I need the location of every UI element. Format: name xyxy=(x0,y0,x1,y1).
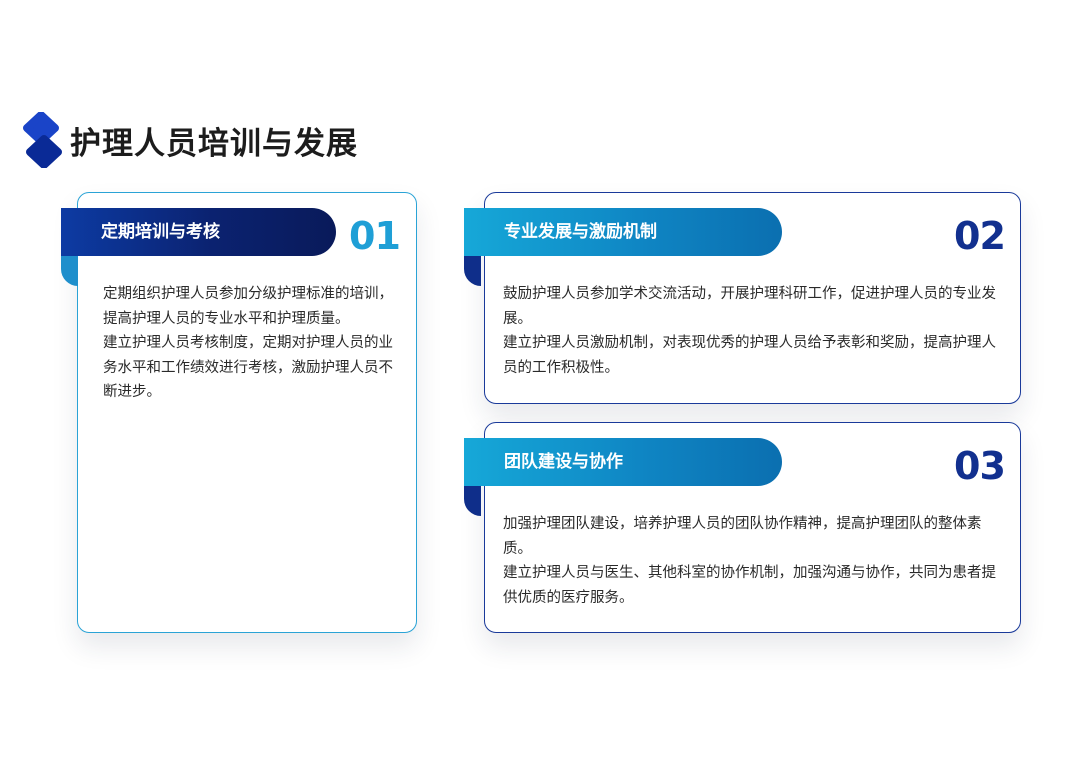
card-paragraph: 建立护理人员与医生、其他科室的协作机制，加强沟通与协作，共同为患者提供优质的医疗… xyxy=(503,565,996,606)
card-paragraph: 鼓励护理人员参加学术交流活动，开展护理科研工作，促进护理人员的专业发展。 xyxy=(503,286,996,327)
card-number: 03 xyxy=(954,444,1006,488)
ribbon-fold xyxy=(464,486,481,516)
card-number: 02 xyxy=(954,214,1006,258)
card-heading-ribbon: 专业发展与激励机制 xyxy=(464,208,782,256)
card-heading-ribbon: 团队建设与协作 xyxy=(464,438,782,486)
card-body: 鼓励护理人员参加学术交流活动，开展护理科研工作，促进护理人员的专业发展。 建立护… xyxy=(503,282,1001,380)
card-paragraph: 建立护理人员激励机制，对表现优秀的护理人员给予表彰和奖励，提高护理人员的工作积极… xyxy=(503,335,996,376)
card-paragraph: 加强护理团队建设，培养护理人员的团队协作精神，提高护理团队的整体素质。 xyxy=(503,516,982,557)
diamond-marker-icon xyxy=(23,112,62,168)
card-heading-ribbon: 定期培训与考核 xyxy=(61,208,336,256)
ribbon-fold xyxy=(464,256,481,286)
card-body: 定期组织护理人员参加分级护理标准的培训，提高护理人员的专业水平和护理质量。 建立… xyxy=(103,282,403,405)
ribbon-fold xyxy=(61,256,78,286)
page-title: 护理人员培训与发展 xyxy=(70,125,358,162)
card-body: 加强护理团队建设，培养护理人员的团队协作精神，提高护理团队的整体素质。 建立护理… xyxy=(503,512,1001,610)
card-paragraph: 建立护理人员考核制度，定期对护理人员的业务水平和工作绩效进行考核，激励护理人员不… xyxy=(103,335,393,400)
card-paragraph: 定期组织护理人员参加分级护理标准的培训，提高护理人员的专业水平和护理质量。 xyxy=(103,286,393,327)
card-number: 01 xyxy=(349,214,401,258)
page-header: 护理人员培训与发展 xyxy=(22,112,358,168)
